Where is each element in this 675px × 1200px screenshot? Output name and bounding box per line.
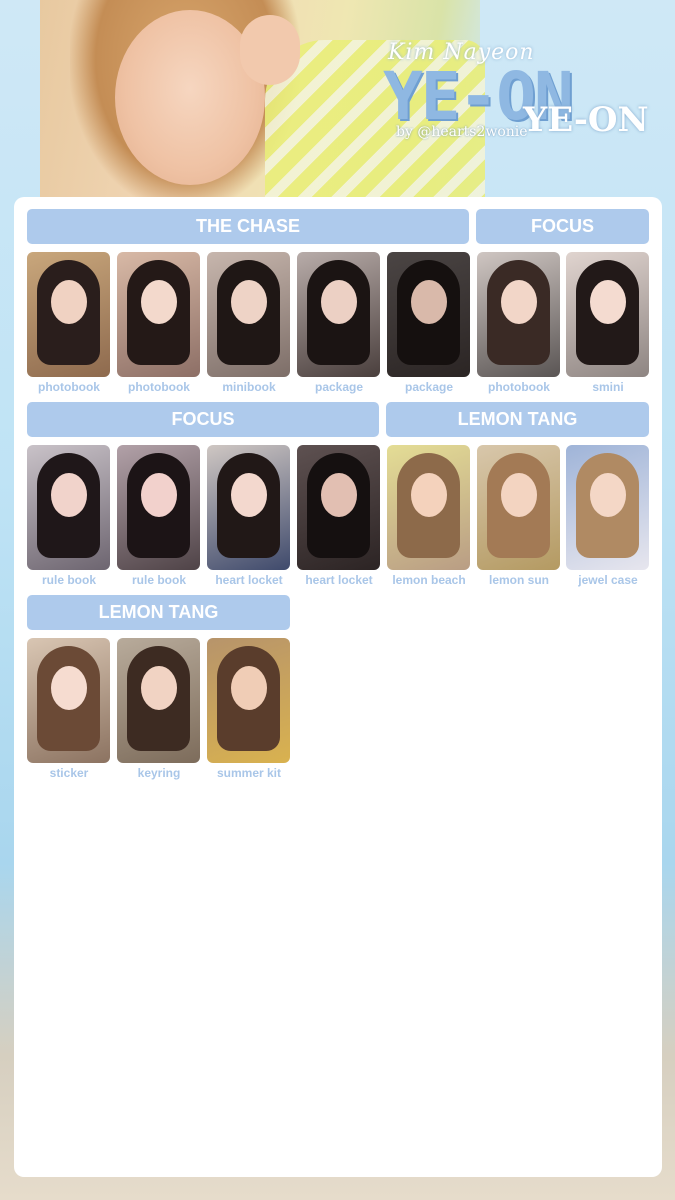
- card-face: [411, 473, 447, 517]
- photocard[interactable]: [566, 252, 649, 377]
- card-label: rule book: [131, 573, 186, 587]
- card-face: [51, 280, 87, 324]
- photocard[interactable]: [117, 638, 200, 763]
- card-face: [590, 473, 626, 517]
- header-banner: Kim Nayeon YE-ON YE-ON by @hearts2wonie: [0, 0, 675, 200]
- section-banner-lemon-tang: LEMON TANG: [386, 402, 649, 437]
- album-title-echo: YE-ON: [523, 100, 649, 140]
- card-face: [51, 473, 87, 517]
- hero-hand: [240, 15, 300, 85]
- card-face: [501, 473, 537, 517]
- card-label: summer kit: [216, 766, 282, 780]
- section-banner-the-chase: THE CHASE: [27, 209, 469, 244]
- card-label: lemon sun: [488, 573, 549, 587]
- card-label: lemon beach: [392, 573, 466, 587]
- photocard[interactable]: [27, 252, 110, 377]
- card-label: smini: [592, 380, 624, 394]
- photocard[interactable]: [297, 252, 380, 377]
- photocard[interactable]: [387, 445, 470, 570]
- card-label: heart locket: [305, 573, 373, 587]
- photocard[interactable]: [27, 638, 110, 763]
- card-label: sticker: [49, 766, 89, 780]
- card-label: rule book: [41, 573, 96, 587]
- photocard[interactable]: [566, 445, 649, 570]
- card-face: [141, 280, 177, 324]
- card-label: photobook: [128, 380, 190, 394]
- photocard[interactable]: [477, 252, 560, 377]
- photocard[interactable]: [477, 445, 560, 570]
- card-face: [231, 666, 267, 710]
- photocard-board: THE CHASE FOCUS FOCUS LEMON TANG LEMON T…: [14, 197, 662, 1177]
- card-label: keyring: [137, 766, 181, 780]
- photocard[interactable]: [207, 638, 290, 763]
- card-face: [321, 280, 357, 324]
- card-label: minibook: [222, 380, 276, 394]
- credit-text: by @hearts2wonie: [396, 124, 528, 140]
- photocard[interactable]: [117, 445, 200, 570]
- card-face: [141, 473, 177, 517]
- section-banner-lemon-tang-2: LEMON TANG: [27, 595, 290, 630]
- card-face: [411, 280, 447, 324]
- card-face: [231, 280, 267, 324]
- photocard[interactable]: [27, 445, 110, 570]
- card-label: photobook: [38, 380, 100, 394]
- card-face: [321, 473, 357, 517]
- card-face: [231, 473, 267, 517]
- photocard[interactable]: [297, 445, 380, 570]
- photocard[interactable]: [207, 252, 290, 377]
- photocard[interactable]: [117, 252, 200, 377]
- card-face: [141, 666, 177, 710]
- photocard[interactable]: [387, 252, 470, 377]
- section-banner-focus: FOCUS: [476, 209, 649, 244]
- section-banner-focus-2: FOCUS: [27, 402, 379, 437]
- photocard[interactable]: [207, 445, 290, 570]
- card-face: [501, 280, 537, 324]
- card-label: package: [404, 380, 454, 394]
- card-face: [51, 666, 87, 710]
- card-label: jewel case: [578, 573, 638, 587]
- card-label: heart locket: [215, 573, 283, 587]
- card-label: photobook: [488, 380, 550, 394]
- card-face: [590, 280, 626, 324]
- card-label: package: [314, 380, 364, 394]
